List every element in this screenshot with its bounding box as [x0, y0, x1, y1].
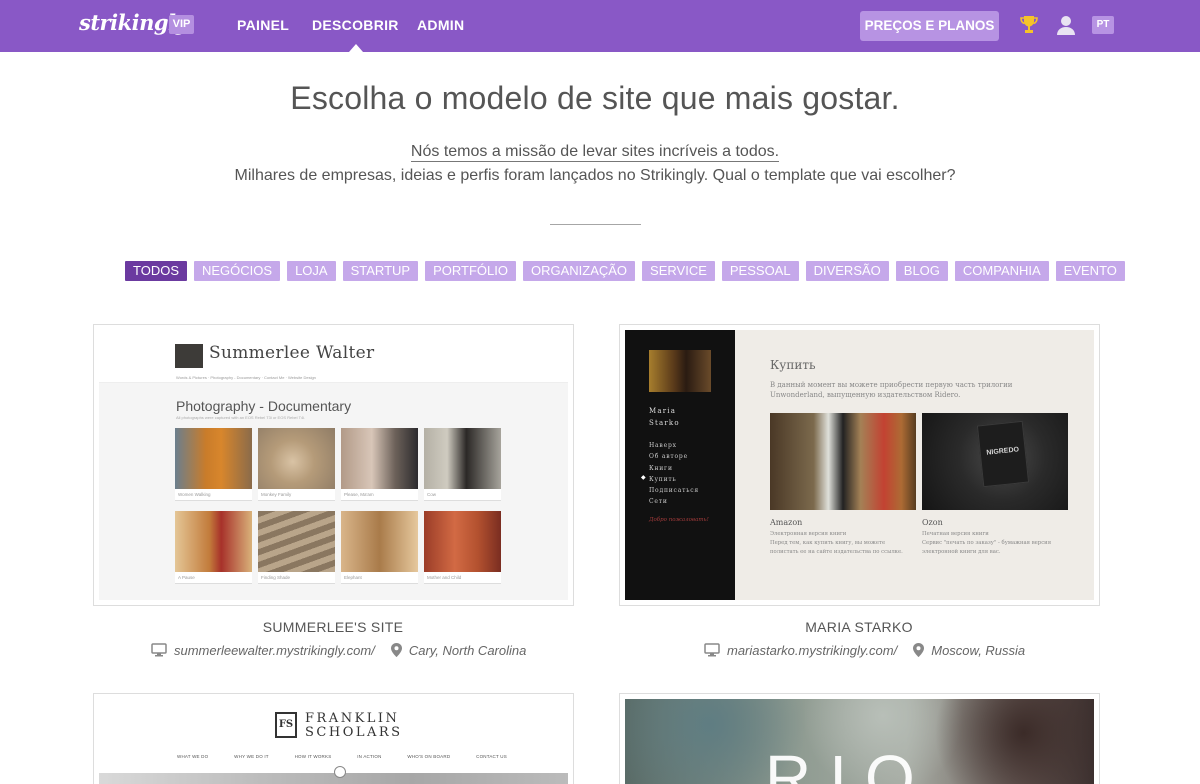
author-last-name: Starko: [649, 419, 680, 427]
filter-portfolio[interactable]: PORTFÓLIO: [425, 261, 516, 281]
filter-loja[interactable]: LOJA: [287, 261, 336, 281]
preview-main: Купить В данный момент вы можете приобре…: [735, 330, 1094, 600]
menu-item: Подписаться: [649, 487, 700, 495]
site-url[interactable]: mariastarko.mystrikingly.com/: [727, 643, 897, 658]
menu-item: Об авторе: [649, 453, 688, 461]
filter-diversao[interactable]: DIVERSÃO: [805, 261, 889, 281]
filter-companhia[interactable]: COMPANHIA: [954, 261, 1049, 281]
preview-heading: Photography - Documentary: [176, 398, 352, 414]
language-selector[interactable]: PT: [1092, 16, 1114, 34]
preview-text: В данный момент вы можете приобрести пер…: [770, 381, 1013, 399]
top-navigation-bar: strikingly VIP PAINEL DESCOBRIR ADMIN PR…: [0, 0, 1200, 52]
author-photo: [649, 350, 711, 392]
photo-thumbnail: Cow: [424, 428, 501, 501]
template-preview: FS FRANKLIN SCHOLARS WHAT WE DO WHY WE D…: [99, 699, 568, 784]
preview-sidebar: Maria Starko Наверх Об авторе Книги Купи…: [625, 330, 735, 600]
site-location: Moscow, Russia: [931, 642, 1026, 658]
section-divider: [550, 224, 641, 225]
template-card-franklin-scholars[interactable]: FS FRANKLIN SCHOLARS WHAT WE DO WHY WE D…: [93, 693, 574, 784]
photo-thumbnail: Monkey Family: [258, 428, 335, 501]
photo-thumbnail: Women Walking: [175, 428, 252, 501]
preview-hero-image: [99, 773, 568, 784]
site-meta-maria-starko: mariastarko.mystrikingly.com/ Moscow, Ru…: [704, 641, 1025, 659]
nav-painel[interactable]: PAINEL: [237, 17, 289, 33]
location-pin-icon: [913, 643, 925, 657]
template-card-summerlee[interactable]: Summerlee Walter Words & Pictures · Phot…: [93, 324, 574, 606]
template-title-summerlee[interactable]: SUMMERLEE'S SITE: [93, 619, 573, 635]
preview-site-name: Summerlee Walter: [209, 343, 375, 363]
vip-badge: VIP: [169, 15, 194, 34]
menu-item: Сети: [649, 498, 668, 506]
filter-pessoal[interactable]: PESSOAL: [721, 261, 799, 281]
photo-thumbnail: Mother and Child: [424, 511, 501, 584]
monitor-icon: [151, 643, 167, 657]
menu-item: Книги: [649, 464, 673, 472]
preview-heading: Купить: [770, 358, 816, 372]
ebook-photo: [770, 413, 916, 510]
filter-organizacao[interactable]: ORGANIZAÇÃO: [522, 261, 636, 281]
photo-thumbnail: Finding Shade: [258, 511, 335, 584]
template-preview: Maria Starko Наверх Об авторе Книги Купи…: [625, 330, 1094, 600]
category-filters: TODOS NEGÓCIOS LOJA STARTUP PORTFÓLIO OR…: [125, 261, 1125, 281]
active-nav-indicator: [349, 44, 363, 52]
trophy-icon[interactable]: [1019, 14, 1039, 36]
filter-startup[interactable]: STARTUP: [342, 261, 419, 281]
active-menu-bullet-icon: ◆: [641, 475, 646, 481]
monitor-icon: [704, 643, 720, 657]
mission-text: Nós temos a missão de levar sites incrív…: [0, 143, 1190, 162]
preview-overlay-text: RIO: [765, 742, 933, 784]
template-card-photo[interactable]: RIO: [619, 693, 1100, 784]
mission-link[interactable]: Nós temos a missão de levar sites incrív…: [410, 143, 780, 162]
preview-site-name: FRANKLIN: [305, 711, 400, 726]
welcome-text: Добро пожаловать!: [649, 517, 709, 523]
page-title: Escolha o modelo de site que mais gostar…: [290, 80, 900, 116]
print-book-photo: NIGREDO: [922, 413, 1068, 510]
preview-menu: Наверх Об авторе Книги Купить Подписатьс…: [649, 440, 699, 508]
site-meta-summerlee: summerleewalter.mystrikingly.com/ Cary, …: [151, 641, 526, 659]
site-location: Cary, North Carolina: [408, 642, 527, 658]
template-card-maria-starko[interactable]: Maria Starko Наверх Об авторе Книги Купи…: [619, 324, 1100, 606]
filter-evento[interactable]: EVENTO: [1055, 261, 1125, 281]
photo-grid: Women Walking Monkey Family Please, Ma'a…: [175, 428, 504, 584]
author-first-name: Maria: [649, 407, 677, 415]
nav-descobrir[interactable]: DESCOBRIR: [312, 17, 399, 33]
user-icon[interactable]: [1055, 14, 1077, 36]
menu-item: Наверх: [649, 442, 677, 449]
preview-nav: WHAT WE DO WHY WE DO IT HOW IT WORKS IN …: [177, 754, 507, 759]
site-header-image: [175, 344, 203, 368]
photo-thumbnail: Please, Ma'am: [341, 428, 418, 501]
photo-thumbnail: A Pause: [175, 511, 252, 584]
subtitle-text: Milhares de empresas, ideias e perfis fo…: [234, 167, 956, 184]
store-amazon: Amazon: [770, 518, 803, 527]
template-preview: Summerlee Walter Words & Pictures · Phot…: [99, 330, 568, 600]
preview-nav: Words & Pictures · Photography - Documen…: [176, 375, 316, 380]
template-preview: RIO: [625, 699, 1094, 784]
filter-service[interactable]: SERVICE: [642, 261, 715, 281]
store-ozon: Ozon: [922, 518, 943, 527]
photo-thumbnail: Elephant: [341, 511, 418, 584]
book-cover: NIGREDO: [976, 420, 1030, 488]
filter-blog[interactable]: BLOG: [895, 261, 948, 281]
pricing-plans-button[interactable]: PREÇOS E PLANOS: [860, 11, 999, 41]
location-pin-icon: [390, 643, 402, 657]
menu-item: Купить: [649, 475, 677, 483]
preview-caption: All photographs were captured with an EO…: [176, 415, 306, 420]
seal-icon: [334, 766, 346, 778]
filter-todos[interactable]: TODOS: [125, 261, 187, 281]
template-title-maria-starko[interactable]: MARIA STARKO: [619, 619, 1099, 635]
franklin-logo-icon: FS: [275, 712, 297, 738]
site-url[interactable]: summerleewalter.mystrikingly.com/: [174, 643, 375, 658]
filter-negocios[interactable]: NEGÓCIOS: [194, 261, 281, 281]
nav-admin[interactable]: ADMIN: [417, 17, 464, 33]
